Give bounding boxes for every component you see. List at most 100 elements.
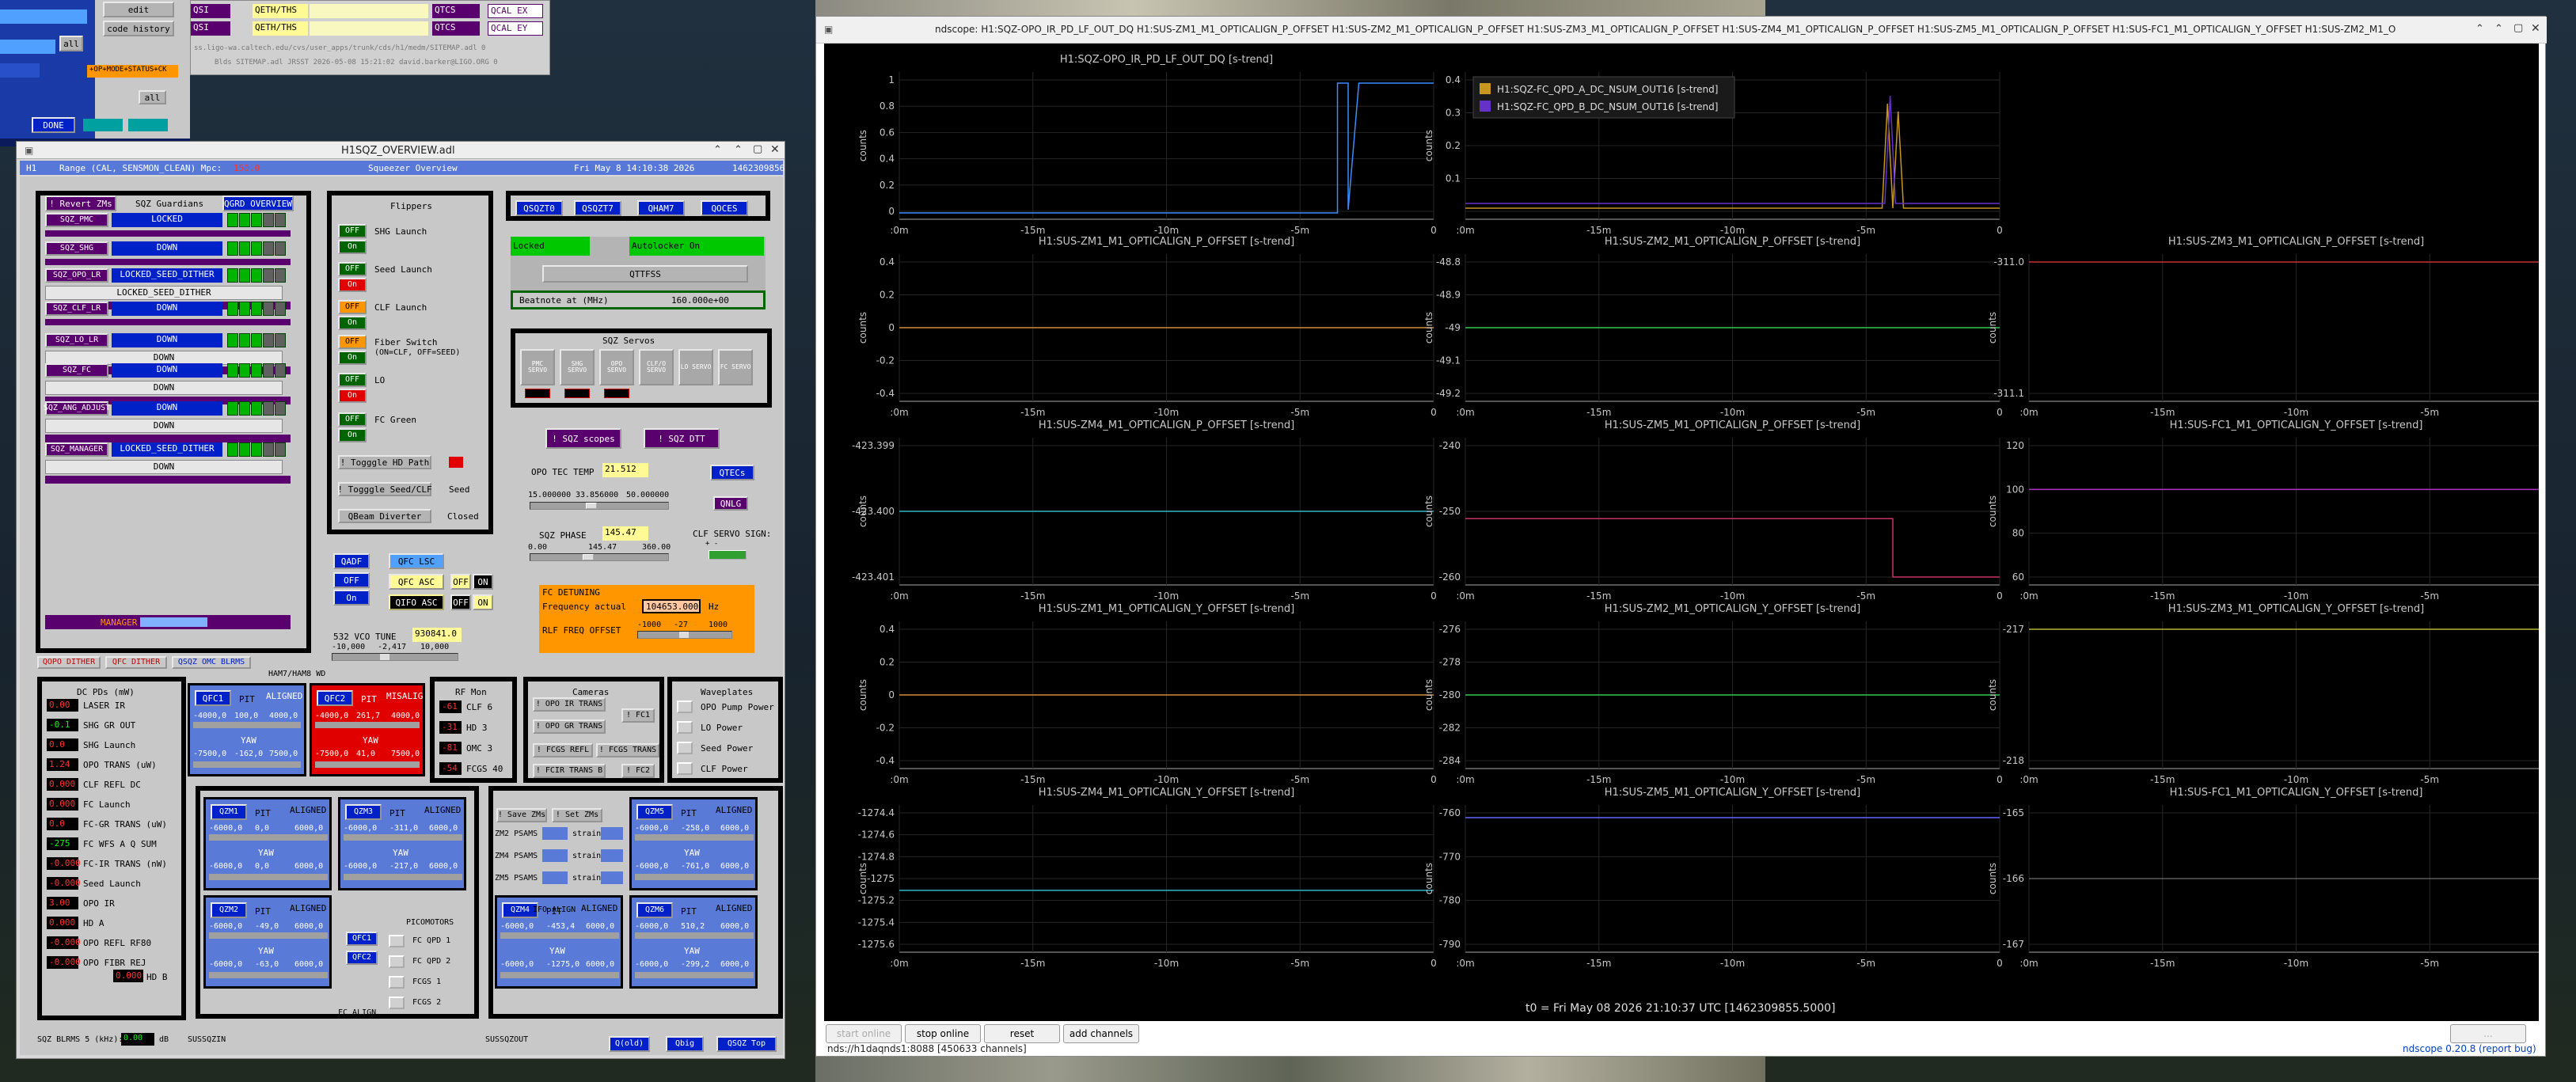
guardian-node-button[interactable]: SQZ_SHG <box>45 241 108 256</box>
guardian-request[interactable]: DOWN <box>45 460 283 474</box>
sqz-omc-blrms-button[interactable]: QSQZ OMC BLRMS <box>172 656 251 669</box>
servo-button[interactable]: OPO SERVO <box>599 349 634 385</box>
close-icon[interactable]: ✕ <box>770 144 780 155</box>
guardian-node-button[interactable]: SQZ_OPO_LR <box>45 268 108 283</box>
export-button[interactable]: ... <box>2450 1024 2526 1043</box>
zm-pit-slider[interactable] <box>635 834 754 841</box>
sitemap-row[interactable] <box>0 40 55 54</box>
restore-icon[interactable]: ▢ <box>753 144 762 154</box>
tab-sqzt0[interactable]: QSQZT0 <box>515 200 563 216</box>
waveplate-button[interactable] <box>677 762 693 775</box>
pill-tcs-2[interactable]: QTCS <box>432 21 480 36</box>
guardian-request[interactable]: DOWN <box>45 419 283 433</box>
zm-yaw-slider[interactable] <box>209 972 328 978</box>
zm-pit-slider[interactable] <box>635 932 754 939</box>
zm-pit-slider[interactable] <box>209 932 328 939</box>
picomotor-button[interactable] <box>389 997 405 1009</box>
flipper-off-button[interactable]: OFF <box>338 224 367 238</box>
zm-yaw-slider[interactable] <box>635 972 754 978</box>
vco-slider[interactable] <box>332 653 458 661</box>
tab-sqzt7[interactable]: QSQZT7 <box>574 200 621 216</box>
save-zms-button[interactable]: ! Save ZMs <box>496 808 547 822</box>
ifo-asc-off[interactable]: OFF <box>450 594 471 610</box>
guardian-node-button[interactable]: SQZ_ANG_ADJUST <box>44 401 110 416</box>
tecs-button[interactable]: QTECs <box>710 465 754 480</box>
sqz-dtt-button[interactable]: ! SQZ DTT <box>644 428 720 449</box>
fc1-button[interactable]: QFC1 <box>195 690 231 706</box>
flipper-off-button[interactable]: OFF <box>338 412 367 427</box>
maximize-icon[interactable]: ⌃ <box>734 145 743 155</box>
sqz-phase-slider-thumb[interactable] <box>583 554 594 560</box>
guardian-node-button[interactable]: SQZ_LO_LR <box>45 333 108 347</box>
pill-eth-2[interactable]: QETH/THS <box>253 21 308 36</box>
guardian-node-button[interactable]: SQZ_CLF_LR <box>45 302 108 316</box>
fc-asc-off[interactable]: OFF <box>450 574 471 590</box>
zm-pit-slider[interactable] <box>500 932 619 939</box>
vco-slider-thumb[interactable] <box>380 654 389 660</box>
reset-button[interactable]: reset <box>984 1024 1060 1043</box>
fc-lsc-button[interactable]: QFC LSC <box>389 553 444 569</box>
rlf-offset-slider[interactable] <box>637 631 732 639</box>
flipper-off-button[interactable]: OFF <box>338 373 367 387</box>
nd-minimize-icon[interactable]: ⌃ <box>2475 24 2484 34</box>
version-link[interactable]: ndscope 0.20.8 <box>2403 1044 2475 1054</box>
cam-fcgs-trans[interactable]: ! FCGS TRANS <box>596 743 659 757</box>
fc2-pit-slider[interactable] <box>315 722 420 728</box>
zm-button[interactable]: QZM2 <box>211 902 247 918</box>
pill-si-2[interactable]: QSI <box>191 21 230 36</box>
pill-cal-ey[interactable]: QCAL EY <box>488 21 543 36</box>
sitemap-row[interactable] <box>0 63 40 78</box>
servo-button[interactable]: LO SERVO <box>678 349 713 385</box>
sitemap-row[interactable] <box>0 9 87 24</box>
add-channels-button[interactable]: add channels <box>1063 1024 1139 1043</box>
fc1-small-button[interactable]: QFC1 <box>346 932 378 946</box>
zm-button[interactable]: QZM5 <box>636 804 673 820</box>
zm-pit-slider[interactable] <box>209 834 328 841</box>
all2-button[interactable]: all <box>139 90 166 104</box>
ifo-asc-on[interactable]: ON <box>473 594 493 610</box>
guardian-request[interactable]: LOCKED_SEED_DITHER <box>45 286 283 300</box>
sqz-top-button[interactable]: QSQZ Top <box>716 1036 777 1052</box>
sqz-phase-slider[interactable] <box>530 553 669 561</box>
tab-ham7[interactable]: QHAM7 <box>637 200 685 216</box>
big-button[interactable]: Qbig <box>666 1036 704 1052</box>
servo-button[interactable]: SHG SERVO <box>560 349 595 385</box>
waveplate-button[interactable] <box>677 700 693 713</box>
picomotor-button[interactable] <box>389 935 405 947</box>
zm-button[interactable]: QZM1 <box>211 804 247 820</box>
adf-off-button[interactable]: OFF <box>333 572 370 588</box>
zm-button[interactable]: QZM6 <box>636 902 673 918</box>
fc2-yaw-slider[interactable] <box>315 761 420 768</box>
tfss-button[interactable]: QTTFSS <box>542 265 748 283</box>
revert-zms-button[interactable]: ! Revert ZMs <box>45 196 116 211</box>
fc2-small-button[interactable]: QFC2 <box>346 951 378 965</box>
zm-yaw-slider[interactable] <box>344 874 462 880</box>
flipper-on-button[interactable]: On <box>338 389 367 403</box>
ifo-asc-button[interactable]: QIFO ASC <box>389 594 444 610</box>
fc1-pit-slider[interactable] <box>193 722 301 728</box>
pill-cal-ex[interactable]: QCAL EX <box>488 4 543 18</box>
servo-button[interactable]: PMC SERVO <box>520 349 555 385</box>
flipper-on-button[interactable]: On <box>338 428 367 442</box>
toggle-seed-clf-button[interactable]: ! Togggle Seed/CLF <box>337 482 432 496</box>
pill-eth[interactable]: QETH/THS <box>253 4 308 18</box>
fc2-button[interactable]: QFC2 <box>317 690 353 706</box>
old-button[interactable]: Q(old) <box>609 1036 650 1052</box>
zm-yaw-slider[interactable] <box>500 972 619 978</box>
zm-button[interactable]: QZM3 <box>345 804 382 820</box>
nd-maximize-icon[interactable]: ⌃ <box>2494 24 2503 34</box>
cam-fcgs-refl[interactable]: ! FCGS REFL <box>533 743 593 757</box>
cam-fc2[interactable]: ! FC2 <box>621 764 655 778</box>
opo-tec-slider-thumb[interactable] <box>586 503 597 509</box>
grd-overview-button[interactable]: QGRD OVERVIEW <box>222 196 294 211</box>
guardian-node-button[interactable]: SQZ_PMC <box>45 213 108 227</box>
opo-tec-slider[interactable] <box>530 502 669 510</box>
servo-button[interactable]: CLF/O SERVO <box>639 349 674 385</box>
beam-diverter-button[interactable]: QBeam Diverter <box>338 509 431 523</box>
cam-opo-gr-trans[interactable]: ! OPO GR TRANS <box>533 719 606 734</box>
sqz-scopes-button[interactable]: ! SQZ scopes <box>545 428 621 449</box>
minimize-icon[interactable]: ⌃ <box>713 145 722 155</box>
guardian-node-button[interactable]: SQZ_MANAGER <box>45 442 108 457</box>
stop-online-button[interactable]: stop online <box>905 1024 981 1043</box>
fc1-yaw-slider[interactable] <box>193 761 301 768</box>
